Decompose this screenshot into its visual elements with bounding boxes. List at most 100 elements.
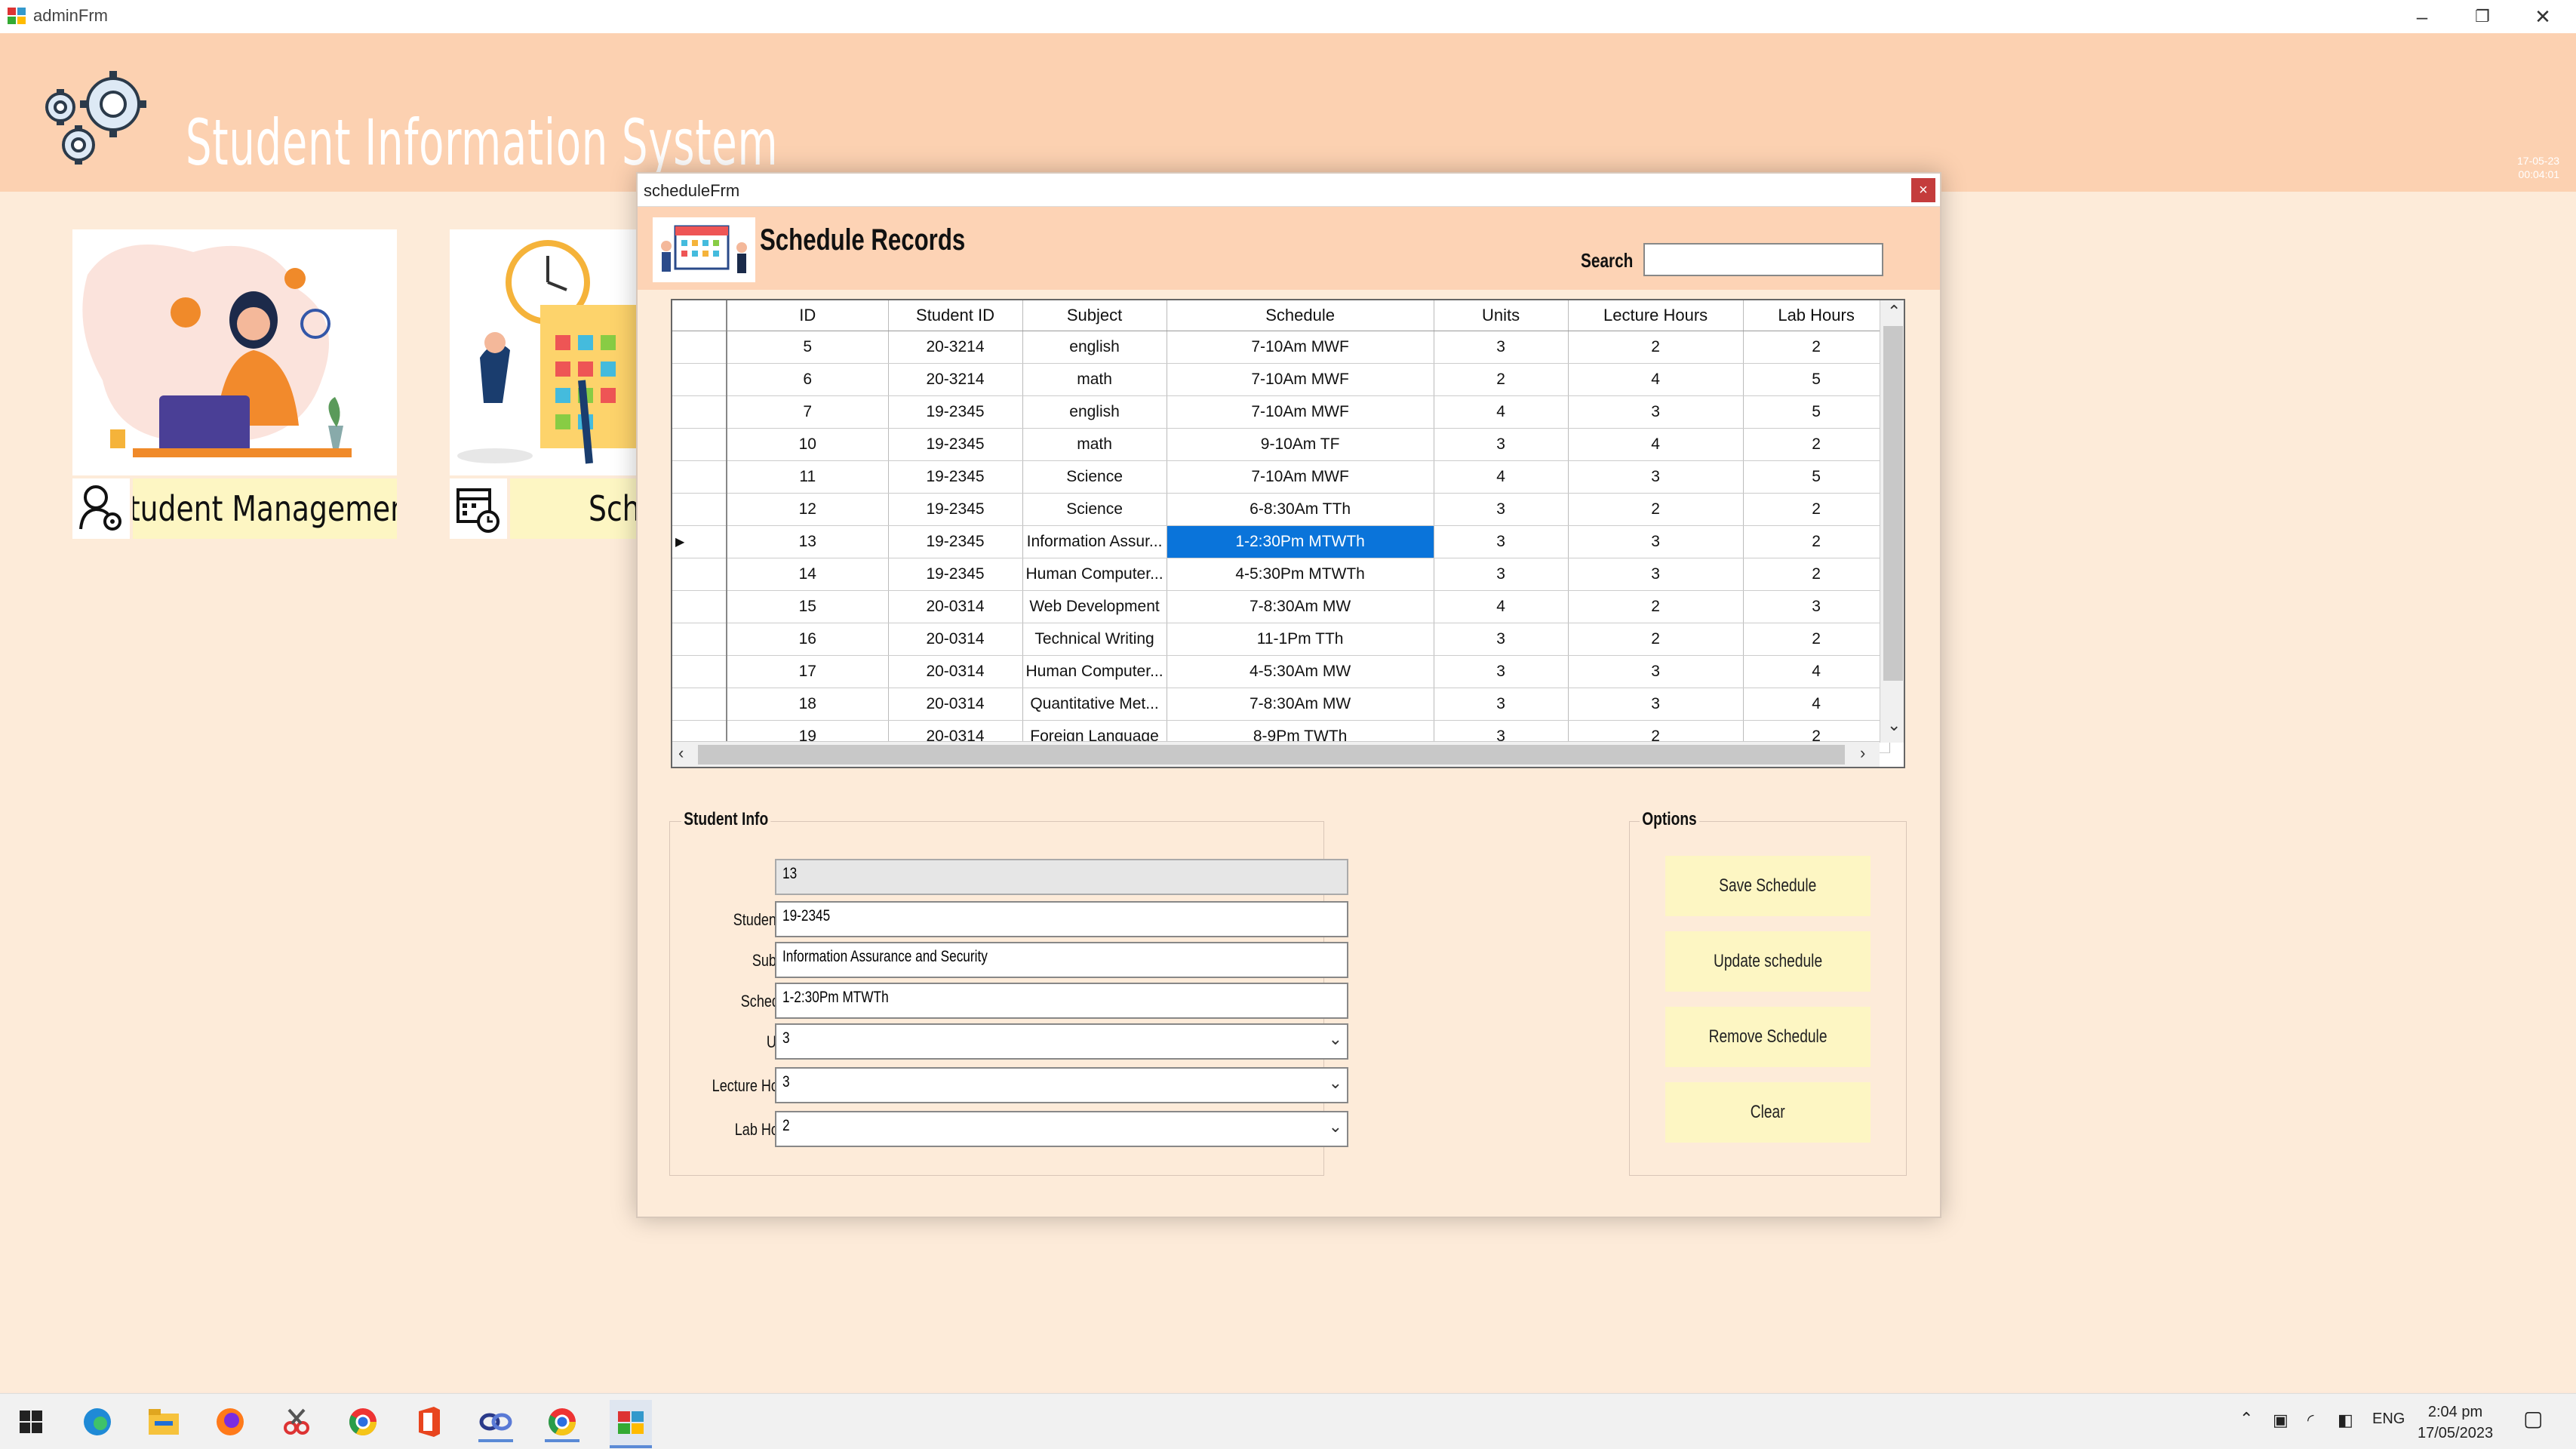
dropdown-arrow-icon[interactable]: ⌄ <box>1329 1073 1342 1093</box>
edge-browser-icon[interactable] <box>80 1404 115 1439</box>
table-row[interactable]: 11 19-2345 Science 7-10Am MWF 4 3 5 <box>672 460 1890 494</box>
firefox-icon[interactable] <box>213 1404 247 1439</box>
row-header-cell[interactable] <box>672 460 727 494</box>
student-management-button[interactable]: Student Management <box>133 478 397 539</box>
visual-studio-icon[interactable] <box>478 1404 513 1442</box>
cell-subject[interactable]: Science <box>1022 460 1167 494</box>
cell-schedule[interactable]: 7-8:30Am MW <box>1167 590 1434 623</box>
cell-student-id[interactable]: 20-0314 <box>888 688 1023 721</box>
scroll-up-arrow-icon[interactable]: ⌃ <box>1887 302 1901 321</box>
vertical-scrollbar[interactable]: ⌃ ⌄ <box>1880 300 1904 743</box>
cell-student-id[interactable]: 19-2345 <box>888 460 1023 494</box>
cell-id[interactable]: 16 <box>727 623 889 656</box>
cell-id[interactable]: 12 <box>727 493 889 526</box>
schedule-field[interactable]: 1-2:30Pm MTWTh <box>775 983 1348 1019</box>
cell-id[interactable]: 17 <box>727 655 889 688</box>
table-row[interactable]: 15 20-0314 Web Development 7-8:30Am MW 4 2 3 <box>672 590 1890 623</box>
cell-units[interactable]: 4 <box>1434 590 1569 623</box>
close-button[interactable]: ✕ <box>2513 0 2573 33</box>
restore-button[interactable]: ❐ <box>2452 0 2513 33</box>
table-row[interactable]: 12 19-2345 Science 6-8:30Am TTh 3 2 2 <box>672 493 1890 526</box>
cell-student-id[interactable]: 19-2345 <box>888 525 1023 558</box>
cell-lecture-hours[interactable]: 3 <box>1568 525 1744 558</box>
cell-lab-hours[interactable]: 5 <box>1743 363 1890 396</box>
cell-student-id[interactable]: 20-3214 <box>888 331 1023 364</box>
cell-subject[interactable]: english <box>1022 331 1167 364</box>
cell-student-id[interactable]: 19-2345 <box>888 395 1023 429</box>
start-windows-icon[interactable] <box>14 1404 48 1439</box>
cell-lecture-hours[interactable]: 2 <box>1568 623 1744 656</box>
cell-lecture-hours[interactable]: 4 <box>1568 428 1744 461</box>
table-row[interactable]: 7 19-2345 english 7-10Am MWF 4 3 5 <box>672 395 1890 429</box>
cell-student-id[interactable]: 20-3214 <box>888 363 1023 396</box>
cell-id[interactable]: 5 <box>727 331 889 364</box>
row-header-cell[interactable] <box>672 395 727 429</box>
cell-lecture-hours[interactable]: 3 <box>1568 395 1744 429</box>
cell-subject[interactable]: Quantitative Met... <box>1022 688 1167 721</box>
cell-schedule[interactable]: 4-5:30Pm MTWTh <box>1167 558 1434 591</box>
cell-lecture-hours[interactable]: 2 <box>1568 590 1744 623</box>
remove-schedule-button[interactable]: Remove Schedule <box>1665 1007 1871 1067</box>
cell-lab-hours[interactable]: 2 <box>1743 558 1890 591</box>
cell-subject[interactable]: english <box>1022 395 1167 429</box>
cell-id[interactable]: 10 <box>727 428 889 461</box>
cell-units[interactable]: 3 <box>1434 493 1569 526</box>
taskbar-clock[interactable]: 2:04 pm 17/05/2023 <box>2418 1401 2493 1444</box>
table-row[interactable]: ▶ 13 19-2345 Information Assur... 1-2:30Pm M… <box>672 525 1890 558</box>
cell-schedule[interactable]: 11-1Pm TTh <box>1167 623 1434 656</box>
cell-lab-hours[interactable]: 4 <box>1743 688 1890 721</box>
cell-schedule[interactable]: 9-10Am TF <box>1167 428 1434 461</box>
cell-student-id[interactable]: 19-2345 <box>888 558 1023 591</box>
cell-lab-hours[interactable]: 3 <box>1743 590 1890 623</box>
cell-schedule[interactable]: 7-10Am MWF <box>1167 460 1434 494</box>
column-header-units[interactable]: Units <box>1434 300 1569 331</box>
cell-schedule[interactable]: 4-5:30Am MW <box>1167 655 1434 688</box>
table-row[interactable]: 5 20-3214 english 7-10Am MWF 3 2 2 <box>672 331 1890 364</box>
row-header-cell[interactable] <box>672 428 727 461</box>
cell-subject[interactable]: math <box>1022 363 1167 396</box>
row-header-cell[interactable] <box>672 493 727 526</box>
file-explorer-icon[interactable] <box>146 1404 181 1439</box>
cell-lecture-hours[interactable]: 4 <box>1568 363 1744 396</box>
cell-subject[interactable]: Human Computer... <box>1022 558 1167 591</box>
snipping-tool-icon[interactable] <box>279 1404 314 1439</box>
lab-hours-combobox[interactable]: 2 ⌄ <box>775 1111 1348 1147</box>
table-row[interactable]: 6 20-3214 math 7-10Am MWF 2 4 5 <box>672 363 1890 396</box>
cell-lab-hours[interactable]: 5 <box>1743 395 1890 429</box>
language-indicator[interactable]: ENG <box>2372 1411 2405 1428</box>
table-row[interactable]: 16 20-0314 Technical Writing 11-1Pm TTh 3 2 2 <box>672 623 1890 656</box>
cell-id[interactable]: 7 <box>727 395 889 429</box>
cell-student-id[interactable]: 19-2345 <box>888 493 1023 526</box>
cell-id[interactable]: 11 <box>727 460 889 494</box>
cell-student-id[interactable]: 20-0314 <box>888 590 1023 623</box>
student-id-field[interactable]: 19-2345 <box>775 901 1348 937</box>
cell-lab-hours[interactable]: 2 <box>1743 623 1890 656</box>
cell-subject[interactable]: Technical Writing <box>1022 623 1167 656</box>
cell-units[interactable]: 3 <box>1434 525 1569 558</box>
cell-subject[interactable]: Science <box>1022 493 1167 526</box>
units-combobox[interactable]: 3 ⌄ <box>775 1023 1348 1060</box>
cell-units[interactable]: 4 <box>1434 395 1569 429</box>
chrome-icon[interactable] <box>346 1404 380 1439</box>
horizontal-scrollbar[interactable]: ‹ › <box>672 741 1880 767</box>
column-header-schedule[interactable]: Schedule <box>1167 300 1434 331</box>
cell-id[interactable]: 14 <box>727 558 889 591</box>
cell-units[interactable]: 3 <box>1434 558 1569 591</box>
cell-units[interactable]: 2 <box>1434 363 1569 396</box>
subject-field[interactable]: Information Assurance and Security <box>775 942 1348 978</box>
cell-subject[interactable]: Web Development <box>1022 590 1167 623</box>
cell-lecture-hours[interactable]: 3 <box>1568 460 1744 494</box>
cell-student-id[interactable]: 20-0314 <box>888 623 1023 656</box>
cell-student-id[interactable]: 20-0314 <box>888 655 1023 688</box>
minimize-button[interactable]: – <box>2392 0 2452 33</box>
row-header-cell[interactable] <box>672 331 727 364</box>
volume-icon[interactable]: ◧ <box>2338 1411 2353 1430</box>
cell-id[interactable]: 15 <box>727 590 889 623</box>
tray-chevron-icon[interactable]: ⌃ <box>2239 1409 2253 1429</box>
cell-lab-hours[interactable]: 2 <box>1743 493 1890 526</box>
id-field[interactable]: 13 <box>775 859 1348 895</box>
cell-schedule[interactable]: 6-8:30Am TTh <box>1167 493 1434 526</box>
cell-lecture-hours[interactable]: 2 <box>1568 331 1744 364</box>
dropdown-arrow-icon[interactable]: ⌄ <box>1329 1029 1342 1049</box>
cell-units[interactable]: 3 <box>1434 331 1569 364</box>
